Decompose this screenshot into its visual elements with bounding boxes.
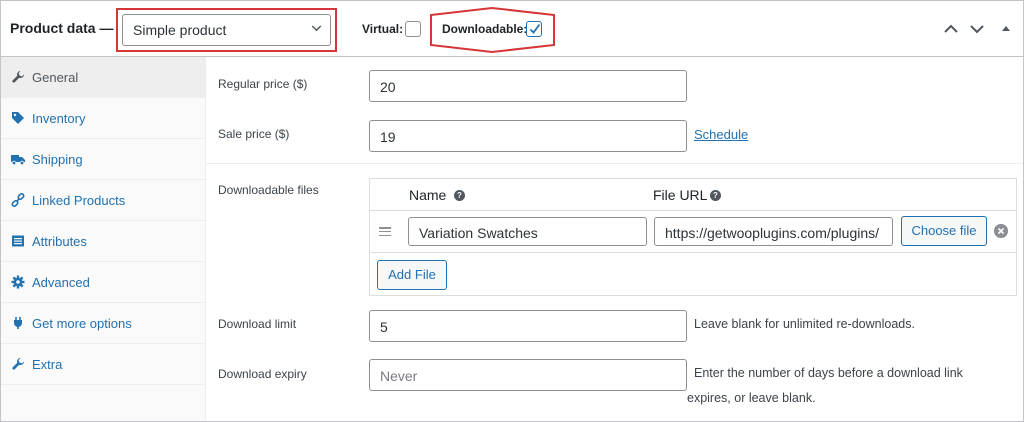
help-icon[interactable]: ? — [710, 190, 721, 201]
sale-price-value: 19 — [380, 129, 396, 145]
virtual-checkbox[interactable] — [405, 21, 421, 37]
product-type-select[interactable]: Simple product — [122, 14, 331, 46]
chevron-down-icon — [311, 21, 322, 32]
wrench-icon — [12, 71, 24, 83]
tab-linked-products[interactable]: Linked Products — [1, 180, 205, 221]
product-data-tabs: General Inventory Shipping Linked Produc… — [1, 57, 206, 421]
tab-advanced-label: Advanced — [32, 275, 90, 290]
truck-icon — [11, 155, 25, 166]
download-expiry-description-line1: Enter the number of days before a downlo… — [694, 366, 963, 380]
file-name-value: Variation Swatches — [419, 225, 538, 241]
product-type-value: Simple product — [133, 22, 227, 38]
download-expiry-placeholder: Never — [380, 368, 418, 384]
virtual-label: Virtual: — [362, 22, 404, 36]
download-expiry-input[interactable]: Never — [369, 359, 687, 391]
table-divider — [370, 210, 1016, 211]
product-data-panel: Product data — Simple product Virtual: D… — [0, 0, 1024, 422]
tab-extra-label: Extra — [32, 357, 63, 372]
tab-shipping[interactable]: Shipping — [1, 139, 205, 180]
sale-price-label: Sale price ($) — [218, 127, 290, 141]
downloadable-checkbox[interactable] — [526, 21, 542, 37]
table-divider — [370, 252, 1016, 253]
section-divider — [206, 163, 1023, 164]
download-expiry-description-line2: expires, or leave blank. — [687, 391, 816, 405]
download-limit-description: Leave blank for unlimited re-downloads. — [694, 317, 915, 331]
tab-linked-products-label: Linked Products — [32, 193, 126, 208]
move-down-icon[interactable] — [968, 21, 986, 37]
gear-icon — [11, 275, 25, 289]
product-type-highlight: Simple product — [116, 8, 337, 52]
tab-shipping-label: Shipping — [32, 152, 83, 167]
download-limit-input[interactable]: 5 — [369, 310, 687, 342]
download-expiry-label: Download expiry — [218, 367, 307, 381]
regular-price-input[interactable]: 20 — [369, 70, 687, 102]
checkmark-icon — [529, 23, 541, 34]
drag-handle-icon[interactable] — [379, 227, 391, 237]
help-icon[interactable]: ? — [454, 190, 465, 201]
tab-attributes[interactable]: Attributes — [1, 221, 205, 262]
schedule-link[interactable]: Schedule — [694, 127, 748, 142]
product-data-header: Product data — Simple product Virtual: D… — [1, 1, 1023, 57]
move-up-icon[interactable] — [942, 21, 960, 37]
file-url-column-header: File URL — [653, 187, 708, 203]
choose-file-button[interactable]: Choose file — [901, 216, 987, 246]
tab-general[interactable]: General — [1, 57, 205, 98]
collapse-toggle-icon[interactable] — [1000, 21, 1012, 37]
tab-extra[interactable]: Extra — [1, 344, 205, 385]
link-icon — [11, 193, 25, 207]
download-limit-value: 5 — [380, 319, 388, 335]
tag-icon — [12, 112, 24, 124]
tab-attributes-label: Attributes — [32, 234, 87, 249]
regular-price-label: Regular price ($) — [218, 77, 308, 91]
downloadable-label: Downloadable: — [442, 22, 528, 36]
tab-inventory-label: Inventory — [32, 111, 86, 126]
name-column-header: Name — [409, 187, 447, 203]
file-url-input[interactable]: https://getwooplugins.com/plugins/ — [654, 217, 893, 246]
add-file-button[interactable]: Add File — [377, 260, 447, 290]
downloadable-files-label: Downloadable files — [218, 183, 319, 197]
sale-price-input[interactable]: 19 — [369, 120, 687, 152]
tab-inventory[interactable]: Inventory — [1, 98, 205, 139]
download-limit-label: Download limit — [218, 317, 297, 331]
tab-general-label: General — [32, 70, 79, 85]
remove-file-icon[interactable] — [994, 224, 1008, 238]
regular-price-value: 20 — [380, 79, 396, 95]
file-url-value: https://getwooplugins.com/plugins/ — [665, 225, 880, 241]
tab-get-more-options-label: Get more options — [32, 316, 132, 331]
wrench-icon — [12, 358, 24, 370]
tab-get-more-options[interactable]: Get more options — [1, 303, 205, 344]
panel-title: Product data — — [10, 20, 114, 36]
list-icon — [12, 235, 24, 247]
tab-advanced[interactable]: Advanced — [1, 262, 205, 303]
downloadable-files-table: Name ? File URL ? Variation Swatches htt… — [369, 178, 1017, 296]
file-name-input[interactable]: Variation Swatches — [408, 217, 647, 246]
plugin-icon — [14, 317, 22, 329]
